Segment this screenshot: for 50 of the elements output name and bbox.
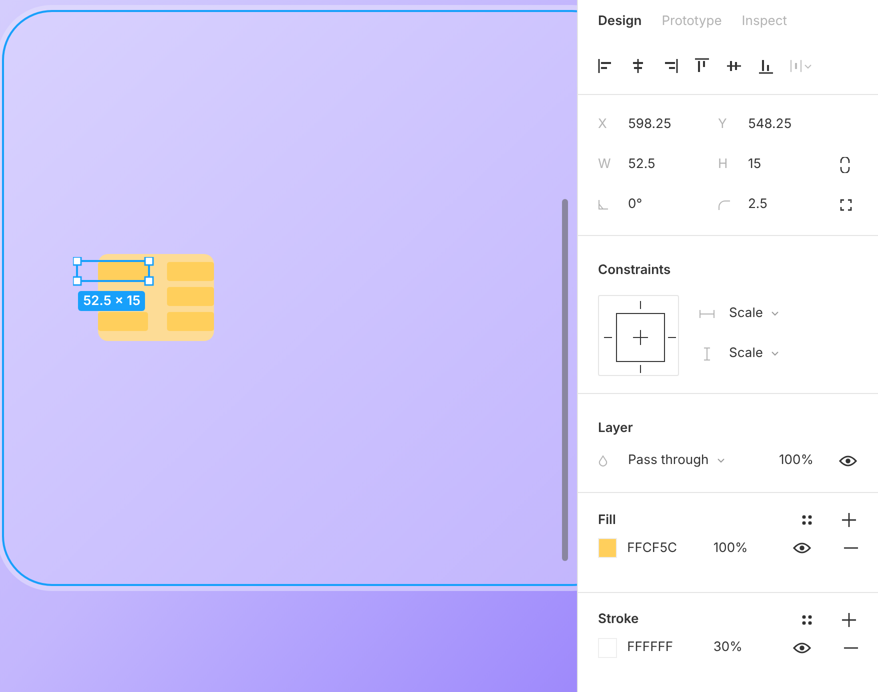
field-value[interactable]: 598.25 [628,115,718,135]
opacity-value[interactable]: 30% [713,638,793,658]
align-top-icon[interactable] [694,58,710,74]
hex-value[interactable]: FFCF5C [627,538,714,558]
minus-icon[interactable] [844,547,858,550]
expand-corners-icon[interactable] [840,199,852,212]
eye-icon[interactable] [839,454,857,467]
eye-icon[interactable] [792,542,811,554]
section-title: Layer [598,420,633,436]
opacity-value[interactable]: 100% [713,538,793,558]
align-center-icon[interactable] [630,58,646,74]
plus-icon[interactable] [842,612,856,627]
drop-icon [598,454,608,467]
chevron-down-icon [716,458,725,464]
field-label: X [598,115,608,134]
minus-icon[interactable] [844,646,858,649]
section-title: Constraints [598,262,671,278]
angle-icon [598,200,608,210]
field-label: W [598,155,612,174]
field-value[interactable]: 52.5 [628,155,718,175]
align-left-icon[interactable] [598,58,614,74]
constraint-dropdown[interactable]: Scale [729,304,779,324]
chevron-down-icon [770,311,779,316]
corner-radius-icon [718,200,730,210]
field-label: Y [718,115,728,134]
lock-ratio-icon[interactable] [840,157,850,174]
styles-icon[interactable] [801,614,813,626]
eye-icon[interactable] [792,642,811,654]
align-bottom-icon[interactable] [758,58,774,74]
constraint-dropdown[interactable]: Scale [729,344,779,364]
styles-icon[interactable] [801,514,813,526]
field-value[interactable]: 548.25 [748,115,840,135]
blend-mode-dropdown[interactable]: Pass through [628,450,779,470]
panel-tab[interactable]: Design [598,12,642,32]
rotation-value[interactable]: 0° [628,195,718,215]
hex-value[interactable]: FFFFFF [627,638,714,658]
field-label: H [718,155,729,174]
plus-icon[interactable] [842,513,856,528]
section-title: Stroke [598,610,639,629]
align-right-icon[interactable] [662,58,678,74]
color-swatch[interactable] [598,538,618,558]
size-label: 52.5 × 15 [78,291,146,311]
chevron-down-icon [770,351,779,356]
scrollbar[interactable] [562,199,568,561]
radius-value[interactable]: 2.5 [748,195,840,215]
horizontal-constraint-icon [699,308,715,319]
field-value[interactable]: 15 [748,155,840,175]
selection-box[interactable] [73,257,154,286]
section-title: Fill [598,510,616,530]
layer-opacity[interactable]: 100% [779,450,829,470]
